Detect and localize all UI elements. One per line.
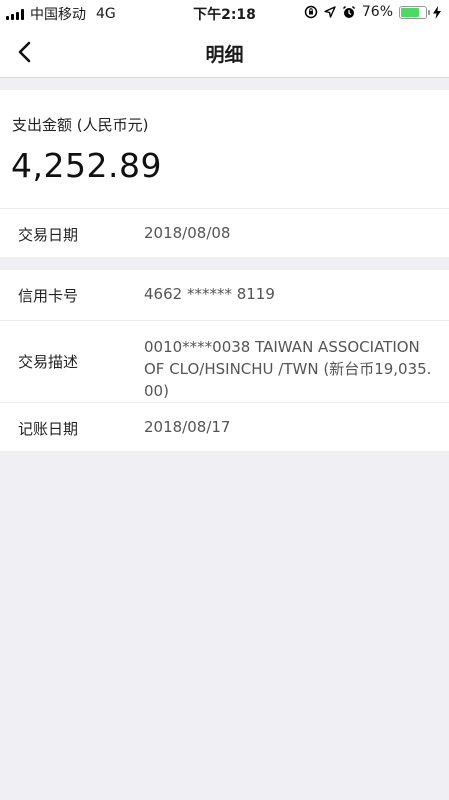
page-title: 明细 <box>205 44 244 66</box>
nav-bar: 明细 <box>0 26 449 78</box>
battery-fill <box>401 7 420 17</box>
posting-date-label: 记账日期 <box>18 420 79 438</box>
battery-percent: 76% <box>361 4 393 20</box>
transaction-date-label: 交易日期 <box>18 226 79 244</box>
description-label: 交易描述 <box>18 353 79 371</box>
charging-icon <box>433 5 441 19</box>
amount-label: 支出金额 (人民币元) <box>12 116 149 134</box>
battery-icon <box>399 5 430 19</box>
rotation-lock-icon <box>304 5 318 19</box>
transaction-date-value: 2018/08/08 <box>144 224 231 242</box>
amount-value: 4,252.89 <box>11 146 162 185</box>
description-row: 交易描述 0010****0038 TAIWAN ASSOCIATION OF … <box>0 320 449 402</box>
posting-date-row: 记账日期 2018/08/17 <box>0 402 449 451</box>
location-icon <box>324 6 336 18</box>
amount-card: 支出金额 (人民币元) 4,252.89 交易日期 2018/08/08 <box>0 90 449 257</box>
card-number-value: 4662 ****** 8119 <box>144 285 275 303</box>
alarm-icon <box>342 5 355 18</box>
card-number-row: 信用卡号 4662 ****** 8119 <box>0 270 449 320</box>
status-bar: 中国移动 4G 下午2:18 76% <box>0 0 449 26</box>
status-right: 76% <box>304 4 441 20</box>
transaction-date-row: 交易日期 2018/08/08 <box>0 208 449 257</box>
card-number-label: 信用卡号 <box>18 287 79 305</box>
detail-card: 信用卡号 4662 ****** 8119 交易描述 0010****0038 … <box>0 270 449 451</box>
description-value: 0010****0038 TAIWAN ASSOCIATION OF CLO/H… <box>144 338 432 400</box>
posting-date-value: 2018/08/17 <box>144 418 231 436</box>
